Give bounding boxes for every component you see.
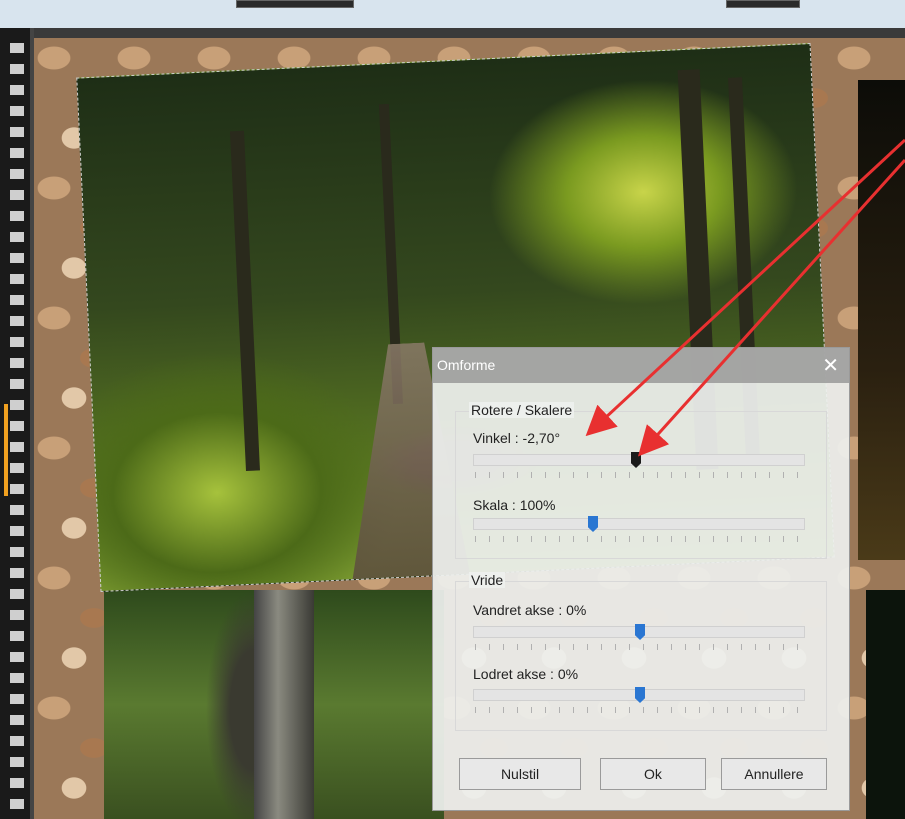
top-toolbar-strip xyxy=(0,0,905,28)
app-root: Omforme ✕ Rotere / Skalere Vinkel : -2,7… xyxy=(0,0,905,819)
photo-bottom-forest[interactable] xyxy=(104,590,444,819)
reset-button[interactable]: Nulstil xyxy=(459,758,581,790)
film-perforations xyxy=(10,38,24,818)
tree-trunk xyxy=(229,130,260,472)
canvas-top-border xyxy=(34,28,905,38)
close-icon[interactable]: ✕ xyxy=(822,353,839,378)
vertical-axis-slider-ticks xyxy=(475,707,805,713)
scale-label: Skala : 100% xyxy=(473,497,556,513)
photo-right-bottom[interactable] xyxy=(866,590,905,819)
horizontal-axis-label: Vandret akse : 0% xyxy=(473,602,587,618)
scale-slider-ticks xyxy=(475,536,805,542)
transform-dialog: Omforme ✕ Rotere / Skalere Vinkel : -2,7… xyxy=(432,347,850,811)
dialog-titlebar[interactable]: Omforme ✕ xyxy=(433,348,849,383)
rotate-scale-group-label: Rotere / Skalere xyxy=(469,402,575,418)
scale-slider-track[interactable] xyxy=(473,518,805,530)
toolbar-tab-left[interactable] xyxy=(236,0,354,8)
photo-right-top[interactable] xyxy=(858,80,905,560)
toolbar-tab-right[interactable] xyxy=(726,0,800,8)
cancel-button[interactable]: Annullere xyxy=(721,758,827,790)
angle-slider-ticks xyxy=(475,472,805,478)
film-selection-marker xyxy=(4,404,8,496)
angle-label: Vinkel : -2,70° xyxy=(473,430,561,446)
tree-trunk xyxy=(254,590,314,819)
film-strip-sidebar[interactable] xyxy=(0,28,34,819)
dialog-title: Omforme xyxy=(437,357,496,373)
distort-group-label: Vride xyxy=(469,572,506,588)
ok-button[interactable]: Ok xyxy=(600,758,706,790)
vertical-axis-label: Lodret akse : 0% xyxy=(473,666,579,682)
horizontal-axis-slider-ticks xyxy=(475,644,805,650)
